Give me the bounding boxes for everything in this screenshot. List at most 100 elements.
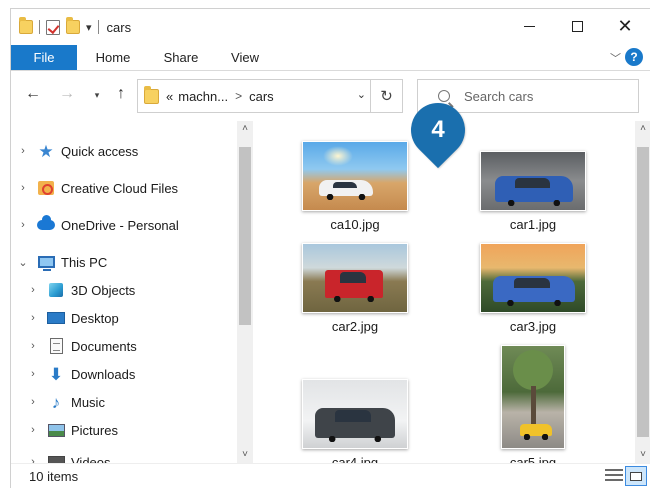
file-list: ca10.jpg car1.jpg car2.jpg car3.jpg car4	[257, 121, 635, 463]
chevron-right-icon[interactable]: ›	[25, 340, 41, 352]
details-view-icon[interactable]	[605, 468, 623, 484]
refresh-icon[interactable]: ↻	[370, 80, 402, 112]
navpane-scrollbar[interactable]: ˄ ˅	[237, 121, 253, 463]
car-shape	[325, 270, 383, 302]
thumbnail-image	[302, 141, 408, 211]
scroll-down-icon[interactable]: ˅	[237, 447, 253, 463]
music-icon: ♪	[51, 392, 61, 412]
car-shape	[319, 180, 373, 200]
thumbnail-image	[501, 345, 565, 449]
computer-icon	[37, 256, 55, 271]
tab-share[interactable]: Share	[153, 45, 209, 70]
car-shape	[493, 276, 575, 306]
sidebar-item-label: Documents	[71, 338, 137, 354]
sidebar-item-quick-access[interactable]: › ★ Quick access	[15, 139, 138, 163]
sidebar-item-music[interactable]: › ♪ Music	[25, 390, 105, 414]
close-icon: ✕	[617, 16, 633, 36]
sidebar-item-downloads[interactable]: › ⬇ Downloads	[25, 362, 135, 386]
navigation-bar: ← → ▾ ↑ « machn... > cars ⌄ ↻ Search car…	[11, 71, 650, 121]
back-arrow-icon[interactable]: ←	[23, 85, 43, 103]
sidebar-item-label: OneDrive - Personal	[61, 217, 179, 233]
customize-toolbar-icon[interactable]: ▾	[86, 21, 92, 34]
sidebar-item-videos[interactable]: › Videos	[25, 450, 111, 463]
file-explorer-window: ▾ cars ✕ File Home Share View ﹀ ? ← → ▾ …	[10, 8, 650, 488]
thumbnail-image	[480, 243, 586, 313]
sidebar-item-label: This PC	[61, 254, 108, 270]
up-arrow-icon[interactable]: ↑	[111, 85, 131, 103]
chevron-right-icon[interactable]: ›	[25, 368, 41, 380]
chevron-right-icon[interactable]: ›	[25, 424, 41, 436]
expand-ribbon-icon[interactable]: ﹀	[610, 50, 621, 66]
sidebar-item-3d-objects[interactable]: › 3D Objects	[25, 278, 135, 302]
chevron-right-icon[interactable]: ›	[15, 219, 31, 231]
sidebar-item-pictures[interactable]: › Pictures	[25, 418, 118, 442]
sidebar-item-label: Desktop	[71, 310, 119, 326]
chevron-right-icon[interactable]: >	[235, 89, 242, 103]
title-bar: ▾ cars ✕	[11, 9, 650, 43]
document-icon	[49, 338, 63, 354]
file-item-ca10[interactable]: ca10.jpg	[285, 141, 425, 232]
chevron-right-icon[interactable]: ›	[25, 456, 41, 463]
file-item-car3[interactable]: car3.jpg	[463, 243, 603, 334]
properties-icon[interactable]	[46, 19, 60, 35]
scrollbar-thumb[interactable]	[239, 147, 251, 325]
ribbon-tabs: File Home Share View ﹀ ?	[11, 45, 650, 71]
toolbar-divider	[97, 20, 99, 34]
tab-file[interactable]: File	[11, 45, 77, 70]
chevron-down-icon[interactable]: ⌄	[15, 256, 31, 269]
sidebar-item-label: Pictures	[71, 422, 118, 438]
file-item-car1[interactable]: car1.jpg	[463, 151, 603, 232]
maximize-button[interactable]	[551, 9, 603, 43]
address-bar[interactable]: « machn... > cars ⌄ ↻	[137, 79, 403, 113]
recent-locations-icon[interactable]: ▾	[87, 90, 107, 101]
new-folder-icon[interactable]	[66, 17, 80, 34]
folder-icon	[144, 85, 159, 104]
sidebar-item-this-pc[interactable]: ⌄ This PC	[15, 250, 107, 274]
car-shape	[315, 408, 395, 442]
scroll-up-icon[interactable]: ˄	[237, 121, 253, 137]
minimize-button[interactable]	[503, 9, 555, 43]
file-name: car5.jpg	[509, 455, 557, 463]
file-item-car5[interactable]: car5.jpg	[463, 345, 603, 463]
forward-arrow-icon[interactable]: →	[57, 85, 77, 103]
tab-view[interactable]: View	[219, 45, 271, 70]
chevron-right-icon[interactable]: ›	[15, 182, 31, 194]
sidebar-item-label: Downloads	[71, 366, 136, 382]
file-item-car4[interactable]: car4.jpg	[285, 379, 425, 463]
chevron-right-icon[interactable]: ›	[25, 312, 41, 324]
download-icon: ⬇	[48, 364, 64, 384]
sidebar-item-creative-cloud[interactable]: › Creative Cloud Files	[15, 176, 178, 200]
scroll-down-icon[interactable]: ˅	[635, 447, 650, 463]
scroll-up-icon[interactable]: ˄	[635, 121, 650, 137]
help-icon[interactable]: ?	[625, 48, 643, 66]
status-bar: 10 items	[11, 463, 650, 488]
breadcrumb-overflow[interactable]: «	[166, 89, 173, 104]
sidebar-item-label: 3D Objects	[71, 282, 136, 298]
scrollbar-thumb[interactable]	[637, 147, 649, 437]
chevron-down-icon[interactable]: ⌄	[357, 88, 366, 101]
close-button[interactable]: ✕	[599, 9, 650, 43]
large-icons-view-icon[interactable]	[625, 466, 647, 486]
desktop-icon	[47, 312, 65, 324]
tab-home[interactable]: Home	[83, 45, 143, 70]
content-scrollbar[interactable]: ˄ ˅	[635, 121, 650, 463]
car-shape	[495, 176, 573, 206]
file-name: car3.jpg	[509, 319, 557, 334]
chevron-right-icon[interactable]: ›	[25, 284, 41, 296]
folder-icon[interactable]	[19, 17, 33, 34]
tree-trunk	[531, 386, 536, 426]
sidebar-item-desktop[interactable]: › Desktop	[25, 306, 119, 330]
chevron-right-icon[interactable]: ›	[25, 396, 41, 408]
sidebar-item-label: Quick access	[61, 143, 139, 159]
sidebar-item-label: Creative Cloud Files	[61, 180, 179, 196]
search-input[interactable]: Search cars	[464, 89, 533, 104]
chevron-right-icon[interactable]: ›	[15, 145, 31, 157]
breadcrumb-cars[interactable]: cars	[249, 89, 274, 104]
breadcrumb-machn[interactable]: machn...	[178, 89, 228, 104]
pictures-icon	[47, 423, 65, 437]
file-item-car2[interactable]: car2.jpg	[285, 243, 425, 334]
sidebar-item-documents[interactable]: › Documents	[25, 334, 137, 358]
item-count: 10 items	[29, 469, 79, 484]
thumbnail-image	[480, 151, 586, 211]
sidebar-item-onedrive[interactable]: › OneDrive - Personal	[15, 213, 179, 237]
